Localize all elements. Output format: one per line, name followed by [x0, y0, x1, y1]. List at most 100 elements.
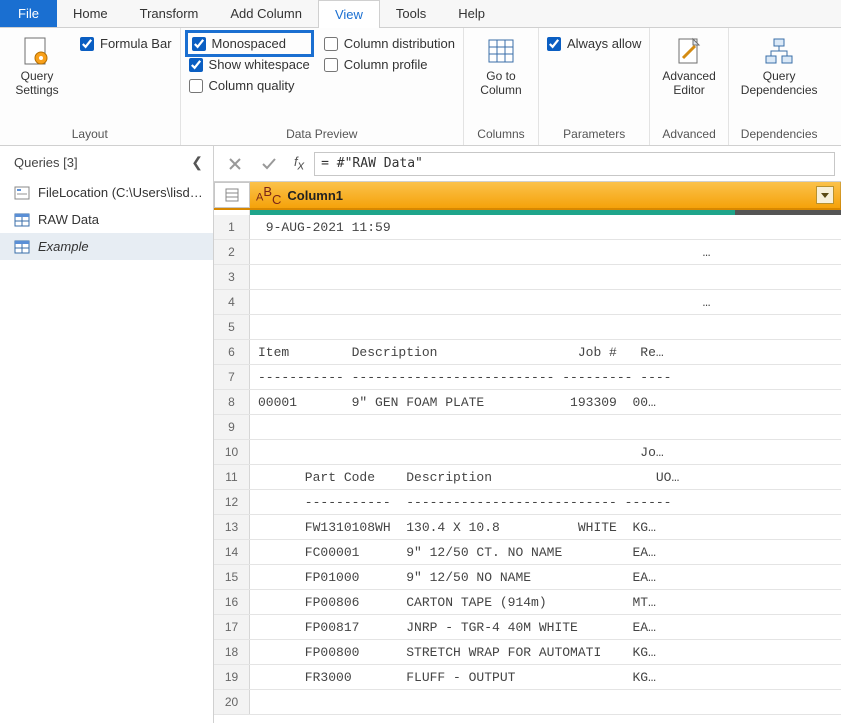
table-row[interactable]: 7----------- -------------------------- …	[214, 365, 841, 390]
column-quality-check-input[interactable]	[189, 79, 203, 93]
parameters-group-label: Parameters	[547, 125, 641, 143]
data-grid: ABC Column1 1 9-AUG-2021 11:592 …34	[214, 182, 841, 723]
always-allow-check-input[interactable]	[547, 37, 561, 51]
table-row[interactable]: 17 FP00817 JNRP - TGR-4 40M WHITE EA…	[214, 615, 841, 640]
column-profile-check-input[interactable]	[324, 58, 338, 72]
column-quality-bar	[214, 210, 841, 215]
table-row[interactable]: 15 FP01000 9" 12/50 NO NAME EA…	[214, 565, 841, 590]
row-number: 4	[214, 290, 250, 314]
queries-item[interactable]: FileLocation (C:\Users\lisde…	[0, 179, 213, 206]
tab-transform[interactable]: Transform	[124, 0, 215, 27]
table-row[interactable]: 5	[214, 315, 841, 340]
tab-tools[interactable]: Tools	[380, 0, 442, 27]
row-number: 2	[214, 240, 250, 264]
table-row[interactable]: 2 …	[214, 240, 841, 265]
cell[interactable]: Item Description Job # Re…	[250, 345, 841, 360]
monospaced-checkbox[interactable]: Monospaced	[192, 36, 303, 51]
cell[interactable]: …	[250, 295, 841, 310]
table-row[interactable]: 800001 9" GEN FOAM PLATE 193309 00…	[214, 390, 841, 415]
ribbon: Query Settings Formula Bar Layout Monosp…	[0, 28, 841, 146]
tab-add-column[interactable]: Add Column	[214, 0, 318, 27]
commit-formula-button[interactable]	[254, 151, 284, 177]
row-number: 6	[214, 340, 250, 364]
row-number: 12	[214, 490, 250, 514]
tab-help[interactable]: Help	[442, 0, 501, 27]
query-settings-button[interactable]: Query Settings	[8, 32, 66, 98]
monospaced-label: Monospaced	[212, 36, 286, 51]
select-all-corner[interactable]	[214, 182, 250, 208]
always-allow-label: Always allow	[567, 36, 641, 51]
monospaced-highlight: Monospaced	[185, 30, 314, 57]
layout-group-label: Layout	[8, 125, 172, 143]
column-profile-label: Column profile	[344, 57, 428, 72]
cell[interactable]: FP01000 9" 12/50 NO NAME EA…	[250, 570, 841, 585]
row-number: 20	[214, 690, 250, 714]
parameter-icon	[14, 186, 30, 200]
table-row[interactable]: 14 FC00001 9" 12/50 CT. NO NAME EA…	[214, 540, 841, 565]
collapse-queries-button[interactable]: ❮	[191, 154, 203, 171]
queries-panel: Queries [3] ❮ FileLocation (C:\Users\lis…	[0, 146, 214, 723]
column-distribution-checkbox[interactable]: Column distribution	[324, 36, 455, 51]
table-row[interactable]: 20	[214, 690, 841, 715]
table-row[interactable]: 3	[214, 265, 841, 290]
table-row[interactable]: 12 ----------- -------------------------…	[214, 490, 841, 515]
always-allow-checkbox[interactable]: Always allow	[547, 36, 641, 51]
row-number: 14	[214, 540, 250, 564]
table-row[interactable]: 6Item Description Job # Re…	[214, 340, 841, 365]
table-row[interactable]: 19 FR3000 FLUFF - OUTPUT KG…	[214, 665, 841, 690]
column-quality-label: Column quality	[209, 78, 295, 93]
table-row[interactable]: 11 Part Code Description UO…	[214, 465, 841, 490]
data-rows: 1 9-AUG-2021 11:592 …34 …56Item Descript…	[214, 215, 841, 715]
table-row[interactable]: 9	[214, 415, 841, 440]
show-whitespace-check-input[interactable]	[189, 58, 203, 72]
show-whitespace-checkbox[interactable]: Show whitespace	[189, 57, 310, 72]
formula-input[interactable]	[314, 152, 835, 176]
cell[interactable]: FP00817 JNRP - TGR-4 40M WHITE EA…	[250, 620, 841, 635]
cell[interactable]: ----------- --------------------------- …	[250, 495, 841, 510]
row-number: 3	[214, 265, 250, 289]
column-distribution-check-input[interactable]	[324, 37, 338, 51]
formula-bar-checkbox[interactable]: Formula Bar	[80, 36, 172, 51]
queries-item-label: Example	[38, 239, 89, 254]
goto-column-label: Go to Column	[480, 70, 521, 98]
monospaced-check-input[interactable]	[192, 37, 206, 51]
cell[interactable]: 00001 9" GEN FOAM PLATE 193309 00…	[250, 395, 841, 410]
cancel-formula-button[interactable]	[220, 151, 250, 177]
abc-type-icon: ABC	[256, 184, 281, 207]
cell[interactable]: FP00800 STRETCH WRAP FOR AUTOMATI KG…	[250, 645, 841, 660]
queries-item[interactable]: Example	[0, 233, 213, 260]
column-filter-dropdown[interactable]	[816, 186, 834, 204]
data-preview-group-label: Data Preview	[189, 125, 455, 143]
cell[interactable]: Jo…	[250, 445, 841, 460]
tab-home[interactable]: Home	[57, 0, 124, 27]
cell[interactable]: FC00001 9" 12/50 CT. NO NAME EA…	[250, 545, 841, 560]
table-row[interactable]: 10 Jo…	[214, 440, 841, 465]
table-row[interactable]: 13 FW1310108WH 130.4 X 10.8 WHITE KG…	[214, 515, 841, 540]
query-dependencies-button[interactable]: Query Dependencies	[737, 32, 822, 98]
table-row[interactable]: 1 9-AUG-2021 11:59	[214, 215, 841, 240]
cell[interactable]: ----------- -------------------------- -…	[250, 370, 841, 385]
formula-bar-check-input[interactable]	[80, 37, 94, 51]
cell[interactable]: 9-AUG-2021 11:59	[250, 220, 841, 235]
dependencies-icon	[763, 36, 795, 68]
column-quality-checkbox[interactable]: Column quality	[189, 78, 310, 93]
cell[interactable]: Part Code Description UO…	[250, 470, 841, 485]
menu-tabs: File Home Transform Add Column View Tool…	[0, 0, 841, 28]
cell[interactable]: FR3000 FLUFF - OUTPUT KG…	[250, 670, 841, 685]
row-number: 8	[214, 390, 250, 414]
table-row[interactable]: 4 …	[214, 290, 841, 315]
queries-item[interactable]: RAW Data	[0, 206, 213, 233]
advanced-editor-button[interactable]: Advanced Editor	[658, 32, 719, 98]
table-row[interactable]: 16 FP00806 CARTON TAPE (914m) MT…	[214, 590, 841, 615]
row-number: 9	[214, 415, 250, 439]
show-whitespace-label: Show whitespace	[209, 57, 310, 72]
tab-view[interactable]: View	[318, 0, 380, 28]
cell[interactable]: …	[250, 245, 841, 260]
column-profile-checkbox[interactable]: Column profile	[324, 57, 455, 72]
table-row[interactable]: 18 FP00800 STRETCH WRAP FOR AUTOMATI KG…	[214, 640, 841, 665]
cell[interactable]: FP00806 CARTON TAPE (914m) MT…	[250, 595, 841, 610]
cell[interactable]: FW1310108WH 130.4 X 10.8 WHITE KG…	[250, 520, 841, 535]
goto-column-button[interactable]: Go to Column	[472, 32, 530, 98]
tab-file[interactable]: File	[0, 0, 57, 27]
column-header-column1[interactable]: ABC Column1	[250, 182, 841, 208]
